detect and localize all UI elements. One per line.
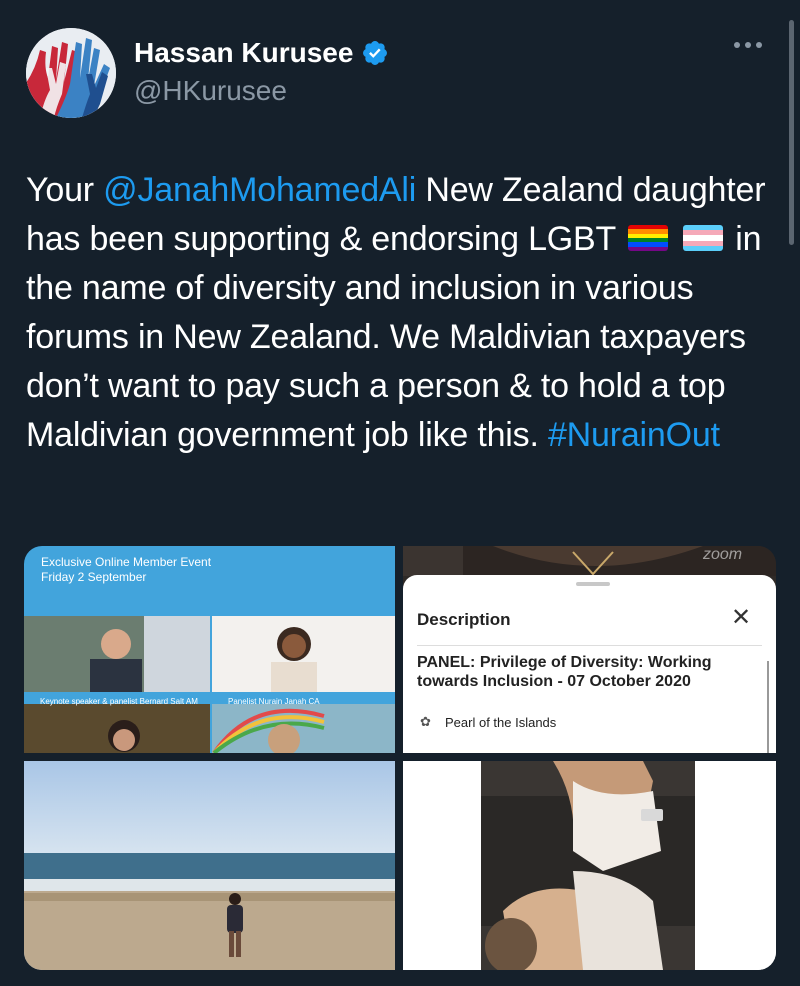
raised-hands-avatar-icon	[26, 28, 116, 118]
organizer-logo-icon: ✿	[420, 714, 431, 729]
media-beach-photo[interactable]	[24, 761, 395, 970]
mention-link[interactable]: @JanahMohamedAli	[103, 171, 416, 209]
sheet-scrollbar[interactable]	[767, 661, 769, 753]
author-handle[interactable]: @HKurusee	[134, 74, 389, 108]
panel-title: PANEL: Privilege of Diversity: Working t…	[417, 654, 712, 690]
verified-badge-icon	[363, 41, 388, 65]
seated-photo	[403, 761, 776, 970]
sheet-grabber[interactable]	[576, 582, 610, 586]
organizer-name: Pearl of the Islands	[445, 715, 557, 730]
media-event-flyer[interactable]: Exclusive Online Member Event Friday 2 S…	[24, 546, 395, 753]
close-icon[interactable]: ✕	[731, 606, 751, 630]
more-options-button[interactable]	[734, 42, 762, 48]
event-photos	[24, 616, 395, 753]
tweet-text-part: Your	[26, 171, 104, 209]
caption-panelist: Panelist Nurain Janah CA	[228, 697, 320, 706]
media-grid: Exclusive Online Member Event Friday 2 S…	[24, 546, 776, 970]
more-horizontal-icon	[734, 42, 740, 48]
caption-keynote: Keynote speaker & panelist Bernard Salt …	[40, 697, 198, 706]
zoom-watermark: zoom	[703, 546, 743, 563]
transgender-flag-icon	[682, 225, 723, 251]
hashtag-link[interactable]: #NurainOut	[548, 416, 720, 454]
description-sheet: Description ✕ PANEL: Privilege of Divers…	[403, 575, 776, 753]
avatar[interactable]	[26, 28, 116, 118]
media-seated-photo[interactable]	[403, 761, 776, 970]
media-description-screenshot[interactable]: zoom Description ✕ PANEL: Privilege of D…	[403, 546, 776, 753]
tweet-text: Your @JanahMohamedAli New Zealand daught…	[26, 166, 776, 460]
author-block: Hassan Kurusee @HKurusee	[134, 36, 389, 108]
sheet-title: Description	[417, 610, 511, 629]
rainbow-flag-icon	[627, 225, 668, 251]
page-scrollbar[interactable]	[789, 20, 794, 245]
beach-photo	[24, 761, 395, 970]
sheet-divider	[417, 645, 762, 646]
author-name[interactable]: Hassan Kurusee	[134, 36, 353, 70]
